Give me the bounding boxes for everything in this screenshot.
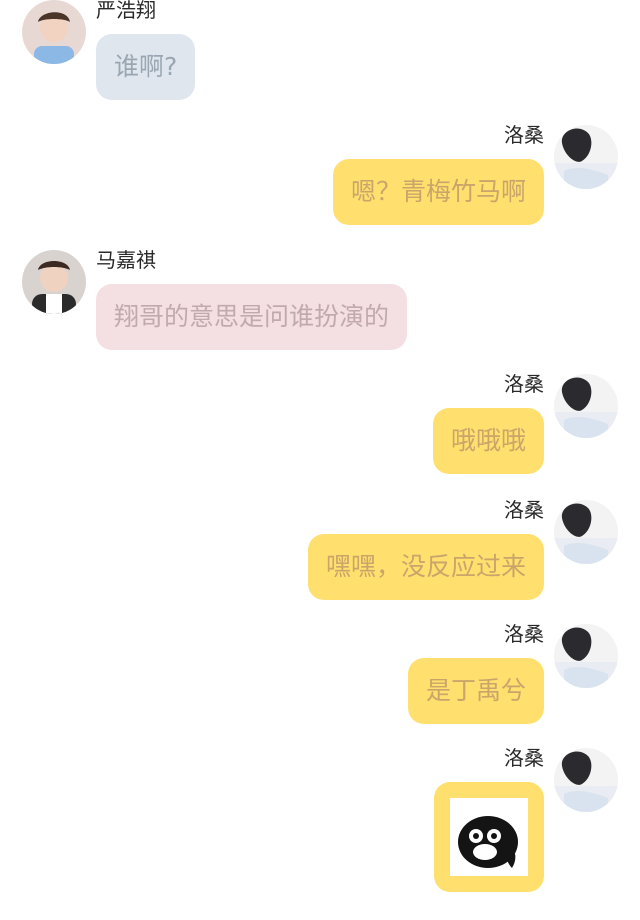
sticker-message[interactable] — [434, 782, 544, 892]
message-bubble[interactable]: 嗯？青梅竹马啊 — [332, 159, 544, 225]
sender-name: 洛桑 — [504, 372, 544, 396]
sender-name: 洛桑 — [504, 622, 544, 646]
penguin-sticker-icon — [450, 798, 528, 876]
sender-name: 洛桑 — [504, 123, 544, 147]
message-bubble[interactable]: 哦哦哦 — [432, 408, 544, 474]
message-bubble[interactable]: 嘿嘿，没反应过来 — [307, 534, 544, 600]
avatar-luosang[interactable] — [554, 125, 618, 189]
avatar-luosang[interactable] — [554, 374, 618, 438]
avatar-luosang[interactable] — [554, 624, 618, 688]
avatar-luosang[interactable] — [554, 500, 618, 564]
sender-name: 洛桑 — [504, 746, 544, 770]
sender-name: 严浩翔 — [96, 0, 156, 22]
sender-name: 洛桑 — [504, 498, 544, 522]
message-bubble[interactable]: 翔哥的意思是问谁扮演的 — [96, 284, 408, 350]
avatar-yanhaoxiang[interactable] — [22, 0, 86, 64]
sender-name: 马嘉祺 — [96, 248, 156, 272]
avatar-luosang[interactable] — [554, 748, 618, 812]
message-bubble[interactable]: 是丁禹兮 — [407, 658, 544, 724]
avatar-majiaqi[interactable] — [22, 250, 86, 314]
message-bubble[interactable]: 谁啊? — [96, 34, 196, 100]
